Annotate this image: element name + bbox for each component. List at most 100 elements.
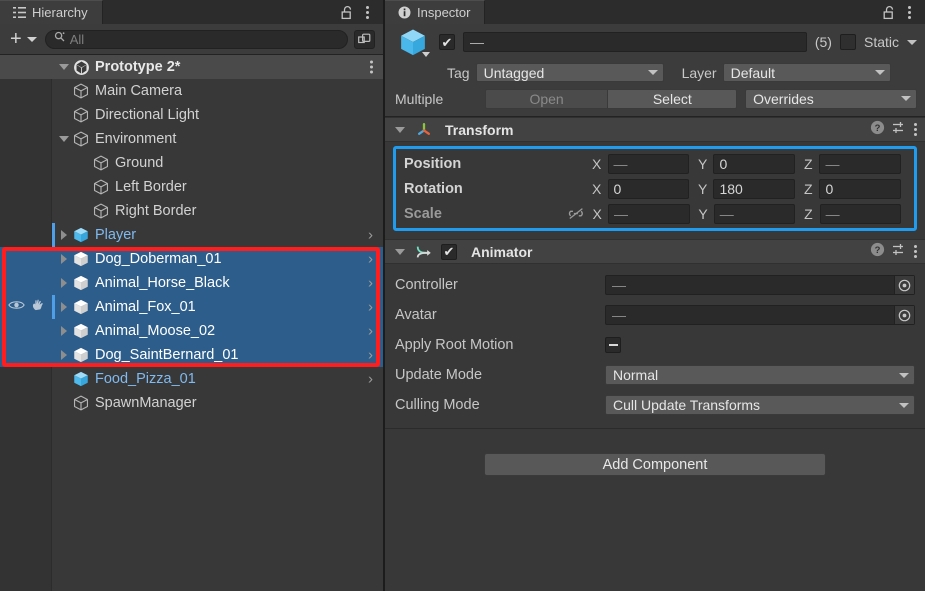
transform-scale-z-field[interactable]: — [819,203,902,224]
hierarchy-row-spawnmanager[interactable]: SpawnManager [0,391,383,415]
animator-body: Controller — Avatar — Apply Root Motion … [385,264,925,428]
axis-label-y: Y [697,180,708,197]
transform-position-y-field[interactable]: 0 [713,153,796,174]
prefab-open-button[interactable]: Open [484,88,608,109]
row-foldout-collapsed-icon[interactable] [56,278,72,288]
row-label: Food_Pizza_01 [95,371,196,387]
prefab-open-chevron-right-icon[interactable]: › [368,251,373,268]
row-visibility-marker [52,295,55,319]
transform-header[interactable]: Transform ? [385,117,925,142]
preset-sliders-icon[interactable] [892,120,907,140]
kebab-menu-icon[interactable] [901,2,918,22]
prefab-open-chevron-right-icon[interactable]: › [368,323,373,340]
hierarchy-row-animal-fox-01[interactable]: Animal_Fox_01 › [0,295,383,319]
hierarchy-rows-container: Prototype 2* Main Camera Directional Light… [0,55,383,415]
row-label: Environment [95,131,177,147]
prefab-open-chevron-right-icon[interactable]: › [368,227,373,244]
animator-controller-field[interactable]: — [605,275,915,295]
search-input[interactable]: All [44,29,348,49]
hierarchy-row-dog-doberman-01[interactable]: Dog_Doberman_01 › [0,247,383,271]
preset-sliders-icon[interactable] [892,242,907,262]
animator-enabled-checkbox[interactable]: ✔ [441,243,457,260]
transform-position-x-field[interactable]: — [607,153,690,174]
cube-white-icon [72,346,90,364]
prefab-open-chevron-right-icon[interactable]: › [368,371,373,388]
transform-scale-y-field[interactable]: — [713,203,796,224]
cube-blue-icon[interactable] [395,26,431,58]
transform-rotation-x-field[interactable]: 0 [607,178,690,199]
tab-inspector[interactable]: Inspector [385,0,486,24]
eye-icon[interactable] [8,299,25,315]
transform-scale-x-field[interactable]: — [607,203,690,224]
hierarchy-row-left-border[interactable]: Left Border [0,175,383,199]
hierarchy-row-dog-saintbernard-01[interactable]: Dog_SaintBernard_01 › [0,343,383,367]
hierarchy-row-right-border[interactable]: Right Border [0,199,383,223]
transform-rotation-z-field[interactable]: 0 [819,178,902,199]
static-dropdown-chevron-down-icon[interactable] [907,39,917,45]
tag-dropdown[interactable]: Untagged [475,63,664,82]
add-component-button[interactable]: Add Component [484,453,826,476]
cube-white-icon [72,250,90,268]
animator-culling-mode-label: Culling Mode [395,397,480,413]
cube-gray-icon [92,178,110,196]
prefab-select-button[interactable]: Select [607,88,738,109]
scene-foldout-expanded-icon[interactable] [56,64,72,70]
lock-open-icon[interactable] [339,2,356,22]
help-circle-icon[interactable]: ? [870,242,885,262]
lock-open-icon[interactable] [881,2,898,22]
hierarchy-row-main-camera[interactable]: Main Camera [0,79,383,103]
static-checkbox[interactable] [839,34,856,50]
gameobject-active-checkbox[interactable]: ✔ [439,34,455,50]
hierarchy-row-environment[interactable]: Environment [0,127,383,151]
prefab-select-label: Select [652,90,692,107]
check-icon: ✔ [443,244,455,259]
row-label: Dog_SaintBernard_01 [95,347,239,363]
row-foldout-collapsed-icon[interactable] [56,254,72,264]
object-picker-icon[interactable] [894,306,914,324]
tab-hierarchy[interactable]: Hierarchy [0,0,103,24]
animator-header[interactable]: ✔ Animator ? [385,239,925,264]
transform-foldout-expanded-icon[interactable] [395,126,405,133]
scene-name-label: Prototype 2* [95,59,181,75]
animator-update-mode-dropdown[interactable]: Normal [605,365,915,385]
row-foldout-collapsed-icon[interactable] [56,350,72,360]
hand-pointer-icon[interactable] [31,298,46,316]
row-foldout-collapsed-icon[interactable] [56,326,72,336]
animator-avatar-field[interactable]: — [605,305,915,325]
hierarchy-row-animal-moose-02[interactable]: Animal_Moose_02 › [0,319,383,343]
transform-position-z-field[interactable]: — [819,153,902,174]
prefab-open-chevron-right-icon[interactable]: › [368,275,373,292]
hierarchy-row-animal-horse-black[interactable]: Animal_Horse_Black › [0,271,383,295]
axis-label-x: X [592,205,602,222]
hierarchy-scene-row[interactable]: Prototype 2* [0,55,383,79]
scene-kebab-menu-icon[interactable] [370,60,373,74]
transform-rotation-label: Rotation [404,180,463,197]
gameobject-name-field[interactable]: — [463,32,807,52]
kebab-menu-icon[interactable] [359,2,376,22]
hierarchy-row-directional-light[interactable]: Directional Light [0,103,383,127]
prefab-overrides-dropdown[interactable]: Overrides [745,88,917,109]
transform-rotation-y-field[interactable]: 180 [713,178,796,199]
row-foldout-expanded-icon[interactable] [56,136,72,142]
hierarchy-row-food-pizza-01[interactable]: Food_Pizza_01 › [0,367,383,391]
kebab-menu-icon[interactable] [914,123,917,136]
kebab-menu-icon[interactable] [914,245,917,258]
add-gameobject-button[interactable]: + [8,29,39,49]
add-component-area: Add Component [385,429,925,476]
object-picker-icon[interactable] [894,276,914,294]
help-circle-icon[interactable]: ? [870,120,885,140]
row-foldout-collapsed-icon[interactable] [56,302,72,312]
animator-culling-mode-dropdown[interactable]: Cull Update Transforms [605,395,915,415]
prefab-open-chevron-right-icon[interactable]: › [368,347,373,364]
hierarchy-row-player[interactable]: Player › [0,223,383,247]
prefab-open-chevron-right-icon[interactable]: › [368,299,373,316]
external-window-icon[interactable] [354,29,375,49]
animator-apply-root-motion-checkbox[interactable] [605,337,621,353]
layer-dropdown[interactable]: Default [722,63,891,82]
animator-foldout-expanded-icon[interactable] [395,248,405,255]
animator-culling-mode-row: Culling Mode Cull Update Transforms [395,390,915,420]
row-foldout-collapsed-icon[interactable] [56,230,72,240]
hierarchy-row-ground[interactable]: Ground [0,151,383,175]
constrain-proportions-off-icon[interactable] [568,207,586,221]
add-component-label: Add Component [602,456,708,473]
